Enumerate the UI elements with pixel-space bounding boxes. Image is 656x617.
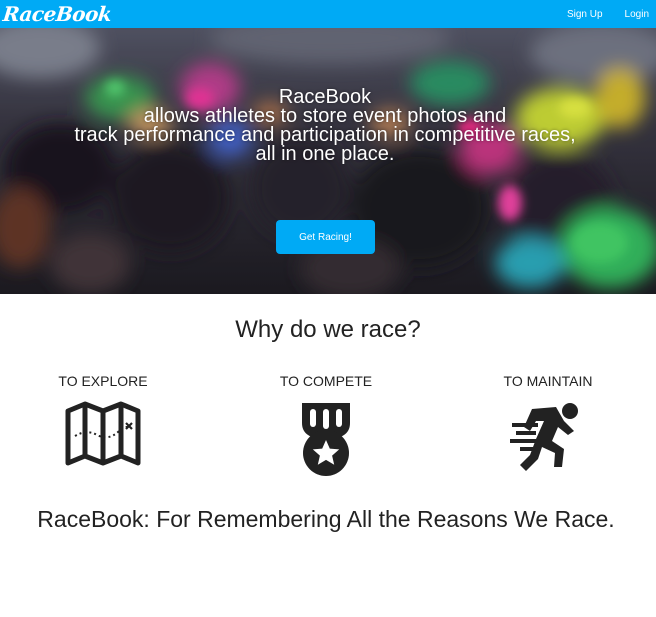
- reason-label: TO MAINTAIN: [503, 373, 593, 389]
- why-heading: Why do we race?: [235, 316, 421, 343]
- brand-logo[interactable]: RaceBook: [2, 0, 113, 28]
- hero-line-3: all in one place.: [255, 143, 395, 165]
- get-racing-button[interactable]: Get Racing!: [276, 220, 375, 254]
- map-icon: [65, 401, 141, 466]
- navbar: RaceBook Sign Up Login: [0, 0, 656, 28]
- reason-label: TO EXPLORE: [58, 373, 148, 389]
- reason-compete: TO COMPETE: [266, 373, 386, 477]
- reason-explore: TO EXPLORE: [43, 373, 163, 467]
- runner-icon: [510, 403, 578, 471]
- hero-description: RaceBook allows athletes to store event …: [0, 87, 650, 165]
- hero-banner: RaceBook allows athletes to store event …: [0, 28, 656, 294]
- tagline: RaceBook: For Remembering All the Reason…: [37, 506, 615, 532]
- reason-label: TO COMPETE: [279, 373, 373, 389]
- sign-up-link[interactable]: Sign Up: [567, 9, 603, 20]
- reason-maintain: TO MAINTAIN: [488, 373, 608, 473]
- medal-icon: [302, 403, 350, 476]
- login-link[interactable]: Login: [625, 9, 649, 20]
- nav-links: Sign Up Login: [545, 9, 649, 20]
